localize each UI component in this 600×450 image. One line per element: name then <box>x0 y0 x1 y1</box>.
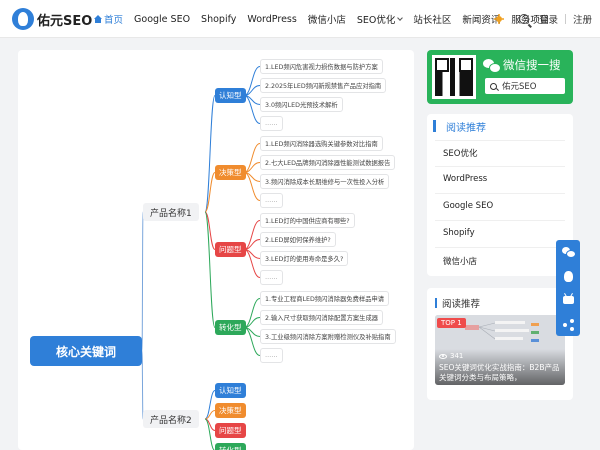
divider <box>435 220 565 221</box>
divider <box>435 247 565 248</box>
leaf-node: 3.频闪消除成本长期维修与一次性投入分析 <box>260 174 390 189</box>
leaf-node: 2.输入尺寸获取频闪消除配置方案生成器 <box>260 310 384 325</box>
leaf-node: 3.工业级频闪消除方案附赠检测仪及补贴指南 <box>260 329 396 344</box>
nav-home[interactable]: 首页 <box>94 12 123 26</box>
nav-wechat-shop[interactable]: 微信小店 <box>308 12 346 26</box>
connector-line <box>141 211 144 352</box>
leaf-node: …… <box>260 348 283 363</box>
wechat-icon <box>562 247 576 258</box>
leaf-node: 2.LED屏如何保养维护? <box>260 232 336 247</box>
site-header: 佑元SEO 首页 Google SEO Shopify WordPress 微信… <box>0 0 600 38</box>
group-tag: 决策型 <box>215 165 246 180</box>
nav-webmaster-community[interactable]: 站长社区 <box>413 12 451 26</box>
group-tag: 认知型 <box>215 88 246 103</box>
site-logo[interactable]: 佑元SEO <box>12 7 92 31</box>
reading-item-wordpress[interactable]: WordPress <box>443 174 487 184</box>
title-bar <box>435 298 437 308</box>
nav-wordpress[interactable]: WordPress <box>247 14 296 25</box>
reading-panel: 阅读推荐 SEO优化 WordPress Google SEO Shopify … <box>427 114 573 276</box>
floating-share-bar <box>556 240 580 336</box>
view-count: 341 <box>439 352 463 360</box>
wechat-title-text: 微信搜一搜 <box>503 58 561 72</box>
login-link[interactable]: 登录 <box>539 12 558 26</box>
share-icon <box>562 318 574 331</box>
divider <box>564 14 566 24</box>
reading-panel-2: 阅读推荐 TOP 1 341 SEO关键词优化实战指南：B2B产品关键词分类与布… <box>427 288 573 400</box>
wechat-title: 微信搜一搜 <box>483 57 561 73</box>
leaf-node: 1.LED频闪危害视力损伤数据与防护方案 <box>260 59 383 74</box>
qq-share-button[interactable] <box>560 268 576 284</box>
eye-icon <box>439 353 447 359</box>
view-count-text: 341 <box>450 352 464 360</box>
group-tag: 问题型 <box>215 423 246 438</box>
leaf-node: 3.LED灯的使用寿命是多久? <box>260 251 349 266</box>
reading-panel-2-title: 阅读推荐 <box>435 296 480 310</box>
header-actions: 登录 注册 <box>493 0 592 38</box>
nav-seo-optimize[interactable]: SEO优化 <box>356 12 404 26</box>
nav-shopify[interactable]: Shopify <box>201 14 236 25</box>
leaf-node: 3.0频闪LED光预技术解析 <box>260 97 343 112</box>
leaf-node: …… <box>260 193 283 208</box>
wechat-search-card: 微信搜一搜 佑元SEO <box>427 50 573 104</box>
group-tag: 问题型 <box>215 242 246 257</box>
search-icon <box>490 82 497 90</box>
divider <box>435 193 565 194</box>
article-thumbnail[interactable]: TOP 1 341 SEO关键词优化实战指南：B2B产品关键词分类与布局策略， <box>435 315 565 385</box>
nav-google-seo[interactable]: Google SEO <box>134 14 190 25</box>
reading-item-seo[interactable]: SEO优化 <box>443 147 477 159</box>
qr-code <box>432 55 476 99</box>
leaf-node: 2.七大LED品牌频闪消除器性能测试数据报告 <box>260 155 396 170</box>
reading-item-google-seo[interactable]: Google SEO <box>443 201 493 211</box>
top-badge: TOP 1 <box>437 318 466 328</box>
home-icon <box>94 15 102 23</box>
leaf-node: …… <box>260 116 283 131</box>
title-bar <box>433 120 436 132</box>
connector-line <box>141 350 144 420</box>
logo-icon <box>12 8 34 30</box>
divider <box>435 166 565 167</box>
group-tag: 转化型 <box>215 443 246 450</box>
branch-node: 产品名称1 <box>143 203 199 221</box>
reading-item-wechat-shop[interactable]: 微信小店 <box>443 255 477 267</box>
share-button[interactable] <box>560 316 576 332</box>
register-link[interactable]: 注册 <box>573 12 592 26</box>
main-nav: 首页 Google SEO Shopify WordPress 微信小店 SEO… <box>94 0 560 38</box>
chevron-down-icon <box>397 14 404 21</box>
reading-title-text: 阅读推荐 <box>446 122 486 134</box>
group-tag: 认知型 <box>215 383 246 398</box>
wechat-search-value: 佑元SEO <box>502 82 537 92</box>
nav-label: 首页 <box>104 15 124 26</box>
leaf-node: …… <box>260 270 283 285</box>
group-tag: 决策型 <box>215 403 246 418</box>
leaf-node: 2.2025年LED频闪新规禁售产品应对指南 <box>260 78 387 93</box>
qq-icon <box>563 270 573 282</box>
logo-text: 佑元SEO <box>37 13 93 29</box>
leaf-node: 1.LED频闪消除器选购关键参数对比指南 <box>260 136 383 151</box>
article-title[interactable]: SEO关键词优化实战指南：B2B产品关键词分类与布局策略， <box>439 363 563 383</box>
mindmap-card: 核心关键词 产品名称1 认知型 1.LED频闪危害视力损伤数据与防护方案 2.2025年… <box>18 50 414 450</box>
group-tag: 转化型 <box>215 320 246 335</box>
wechat-search-box[interactable]: 佑元SEO <box>485 78 565 94</box>
sun-icon[interactable] <box>493 13 505 25</box>
bilibili-button[interactable] <box>560 292 576 308</box>
bilibili-icon <box>562 296 574 304</box>
search-icon[interactable] <box>518 14 529 24</box>
reading-item-shopify[interactable]: Shopify <box>443 228 475 238</box>
leaf-node: 1.LED灯的中国供应商有哪些? <box>260 213 355 228</box>
wechat-share-button[interactable] <box>560 244 576 260</box>
leaf-node: 1.专业工程商LED频闪消除器免费样品申请 <box>260 291 390 306</box>
reading-panel-title: 阅读推荐 <box>427 114 486 138</box>
nav-label: SEO优化 <box>356 15 396 26</box>
mindmap-root: 核心关键词 <box>30 336 142 366</box>
reading2-title-text: 阅读推荐 <box>442 299 481 310</box>
wechat-icon <box>483 58 501 73</box>
branch-node: 产品名称2 <box>143 410 199 428</box>
divider <box>435 140 565 141</box>
